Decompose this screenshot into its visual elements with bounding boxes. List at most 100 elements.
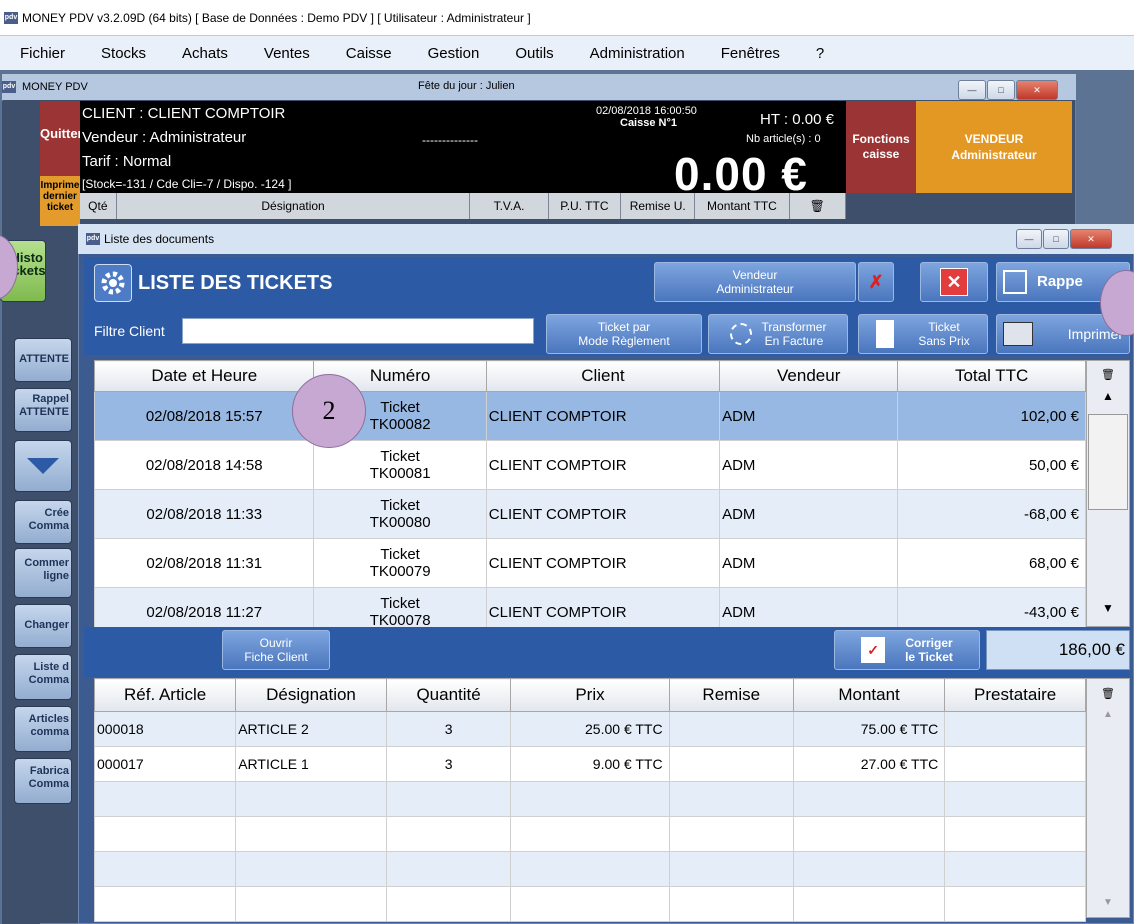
col-vendeur[interactable]: Vendeur <box>719 360 899 392</box>
minimize-icon[interactable]: — <box>958 80 986 100</box>
commentaire-ligne-button[interactable]: Commer ligne <box>14 548 72 598</box>
pos-window-titlebar: pdv MONEY PDV <box>2 74 1076 100</box>
scroll-down-icon[interactable]: ▼ <box>1087 897 1129 917</box>
changer-button[interactable]: Changer <box>14 604 72 648</box>
ticket-row[interactable]: 02/08/2018 11:31 Ticket TK00079 CLIENT CO… <box>93 538 1086 588</box>
menu-outils[interactable]: Outils <box>495 45 569 62</box>
col-total[interactable]: Total TTC <box>897 360 1086 392</box>
gear-icon[interactable] <box>94 264 132 302</box>
ticket-numero: Ticket TK00079 <box>313 538 487 588</box>
rappel-attente-button[interactable]: Rappel ATTENTE <box>14 388 72 432</box>
menu-administration[interactable]: Administration <box>570 45 701 62</box>
pos-logo-icon: pdv <box>2 81 16 93</box>
menu-gestion[interactable]: Gestion <box>408 45 496 62</box>
col-quantite[interactable]: Quantité <box>385 678 512 712</box>
dialog-titlebar: pdv Liste des documents <box>78 224 1134 254</box>
lines-scrollbar[interactable]: 🗑 ▲ ▼ <box>1086 678 1130 918</box>
close-icon[interactable]: ✕ <box>1016 80 1058 100</box>
menu-help[interactable]: ? <box>796 45 840 62</box>
vendeur-box[interactable]: VENDEUR Administrateur <box>916 101 1072 193</box>
ticket-row[interactable]: 02/08/2018 14:58 Ticket TK00081 CLIENT CO… <box>93 440 1086 490</box>
transformer-facture-button[interactable]: Transformer En Facture <box>708 314 848 354</box>
cree-commande-button[interactable]: Crée Comma <box>14 500 72 544</box>
line-row[interactable]: 000018 ARTICLE 2 3 25.00 € TTC 75.00 € T… <box>93 711 1086 747</box>
trash-icon[interactable]: 🗑 <box>1087 361 1129 389</box>
imprime-l1: Imprime <box>40 180 80 191</box>
col-montant[interactable]: Montant <box>792 678 946 712</box>
corriger-ticket-button[interactable]: ✓ Corriger le Ticket <box>834 630 980 670</box>
scroll-up-icon[interactable]: ▲ <box>1087 709 1129 729</box>
scroll-down-icon[interactable]: ▼ <box>1087 601 1129 623</box>
col-remise[interactable]: Remise <box>668 678 794 712</box>
ouvrir-l2: Fiche Client <box>244 650 308 664</box>
ticket-total: 102,00 € <box>897 391 1086 441</box>
transformer-l2: En Facture <box>764 334 824 348</box>
printer-icon <box>1003 322 1033 346</box>
callout-2: 2 <box>292 374 366 448</box>
corriger-l2: le Ticket <box>905 650 953 664</box>
ticket-row[interactable]: 02/08/2018 11:33 Ticket TK00080 CLIENT CO… <box>93 489 1086 539</box>
menu-ventes[interactable]: Ventes <box>244 45 326 62</box>
cart-trash-icon[interactable]: 🗑 <box>790 193 846 219</box>
pos-window-title: MONEY PDV <box>22 81 88 93</box>
app-title: MONEY PDV v3.2.09D (64 bits) [ Base de D… <box>22 10 531 25</box>
ticket-client: CLIENT COMPTOIR <box>485 440 721 490</box>
liste-commandes-button[interactable]: Liste d Comma <box>14 654 72 700</box>
attente-button[interactable]: ATTENTE <box>14 338 72 382</box>
sans-prix-l2: Sans Prix <box>918 334 970 348</box>
scroll-down-button[interactable] <box>14 440 72 492</box>
edit-icon <box>1003 270 1027 294</box>
client-label: CLIENT : CLIENT COMPTOIR <box>82 105 286 122</box>
col-designation[interactable]: Désignation <box>235 678 387 712</box>
imprime-l2: dernier <box>43 191 77 202</box>
menu-caisse[interactable]: Caisse <box>326 45 408 62</box>
tarif-label: Tarif : Normal <box>82 153 172 170</box>
trash-icon[interactable]: 🗑 <box>1087 679 1129 709</box>
cart-header: Qté Désignation T.V.A. P.U. TTC Remise U… <box>80 193 846 219</box>
clear-vendeur-button[interactable]: ✗ <box>858 262 894 302</box>
ticket-par-mode-button[interactable]: Ticket par Mode Règlement <box>546 314 702 354</box>
filtre-client-input[interactable] <box>182 318 534 344</box>
tickets-scroll-thumb[interactable] <box>1088 414 1128 510</box>
fabrication-commande-button[interactable]: Fabrica Comma <box>14 758 72 804</box>
transform-icon <box>729 323 752 345</box>
ouvrir-fiche-client-button[interactable]: Ouvrir Fiche Client <box>222 630 330 670</box>
articles-commande-button[interactable]: Articles comma <box>14 706 72 752</box>
document-icon <box>876 320 895 348</box>
header-datetime: 02/08/2018 16:00:50 <box>596 105 697 117</box>
stock-label: [Stock=-131 / Cde Cli=-7 / Dispo. -124 ] <box>82 177 292 191</box>
line-montant: 75.00 € TTC <box>792 711 946 747</box>
dialog-minimize-icon[interactable]: — <box>1016 229 1042 249</box>
ticket-numero: Ticket TK00081 <box>313 440 487 490</box>
line-row[interactable]: 000017 ARTICLE 1 3 9.00 € TTC 27.00 € TT… <box>93 746 1086 782</box>
col-ref[interactable]: Réf. Article <box>93 678 237 712</box>
ticket-row[interactable]: 02/08/2018 15:57 Ticket TK00082 CLIENT CO… <box>93 391 1086 441</box>
col-date[interactable]: Date et Heure <box>93 360 315 392</box>
line-ref: 000018 <box>93 711 237 747</box>
ticket-vendeur: ADM <box>719 440 899 490</box>
scroll-up-icon[interactable]: ▲ <box>1087 389 1129 411</box>
col-prix[interactable]: Prix <box>510 678 670 712</box>
menu-bar: Fichier Stocks Achats Ventes Caisse Gest… <box>0 36 1134 70</box>
menu-fichier[interactable]: Fichier <box>0 45 81 62</box>
menu-achats[interactable]: Achats <box>162 45 244 62</box>
fonctions-caisse-button[interactable]: Fonctions caisse <box>846 101 916 193</box>
close-dialog-button[interactable]: ✕ <box>920 262 988 302</box>
menu-stocks[interactable]: Stocks <box>81 45 162 62</box>
dialog-close-icon[interactable]: ✕ <box>1070 229 1112 249</box>
app-logo-icon: pdv <box>4 11 18 24</box>
fonctions-label-2: caisse <box>862 147 900 161</box>
menu-fenetres[interactable]: Fenêtres <box>701 45 796 62</box>
dialog-maximize-icon[interactable]: □ <box>1043 229 1069 249</box>
vendeur-box-name: Administrateur <box>951 148 1037 162</box>
line-prix: 25.00 € TTC <box>510 711 670 747</box>
col-prestataire[interactable]: Prestataire <box>944 678 1086 712</box>
vendeur-filter-button[interactable]: Vendeur Administrateur <box>654 262 856 302</box>
line-remise <box>668 746 794 782</box>
ticket-sans-prix-button[interactable]: Ticket Sans Prix <box>858 314 988 354</box>
col-client[interactable]: Client <box>485 360 721 392</box>
imprime-dernier-ticket-button[interactable]: Imprime dernier ticket <box>40 176 80 226</box>
maximize-icon[interactable]: □ <box>987 80 1015 100</box>
tickets-table: Date et Heure Numéro Client Vendeur Tota… <box>93 360 1086 637</box>
line-prix: 9.00 € TTC <box>510 746 670 782</box>
